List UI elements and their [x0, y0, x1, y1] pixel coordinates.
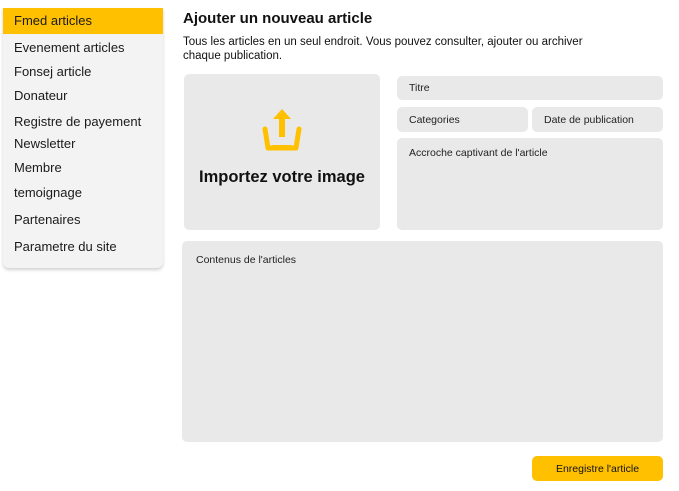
image-upload-dropzone[interactable]: Importez votre image	[184, 74, 380, 230]
sidebar-item-fmed-articles[interactable]: Fmed articles	[3, 8, 163, 34]
upload-icon	[261, 107, 303, 156]
page-title: Ajouter un nouveau article	[183, 10, 373, 27]
sidebar-item-parametre-du-site[interactable]: Parametre du site	[3, 234, 163, 260]
sidebar: Fmed articles Evenement articles Fonsej …	[3, 8, 163, 268]
sidebar-item-temoignage[interactable]: temoignage	[3, 180, 163, 206]
sidebar-item-membre[interactable]: Membre	[3, 155, 163, 181]
content-textarea[interactable]	[182, 241, 663, 442]
save-article-button[interactable]: Enregistre l'article	[532, 456, 663, 481]
page-description: Tous les articles en un seul endroit. Vo…	[183, 36, 583, 62]
hook-textarea[interactable]	[397, 138, 663, 230]
sidebar-item-newsletter[interactable]: Newsletter	[3, 131, 163, 157]
sidebar-item-fonsej-article[interactable]: Fonsej article	[3, 59, 163, 85]
upload-label: Importez votre image	[199, 168, 365, 186]
categories-input[interactable]	[397, 107, 528, 132]
sidebar-item-partenaires[interactable]: Partenaires	[3, 207, 163, 233]
sidebar-item-evenement-articles[interactable]: Evenement articles	[3, 35, 163, 61]
title-input[interactable]	[397, 76, 663, 100]
publication-date-input[interactable]	[532, 107, 663, 132]
sidebar-item-donateur[interactable]: Donateur	[3, 83, 163, 109]
